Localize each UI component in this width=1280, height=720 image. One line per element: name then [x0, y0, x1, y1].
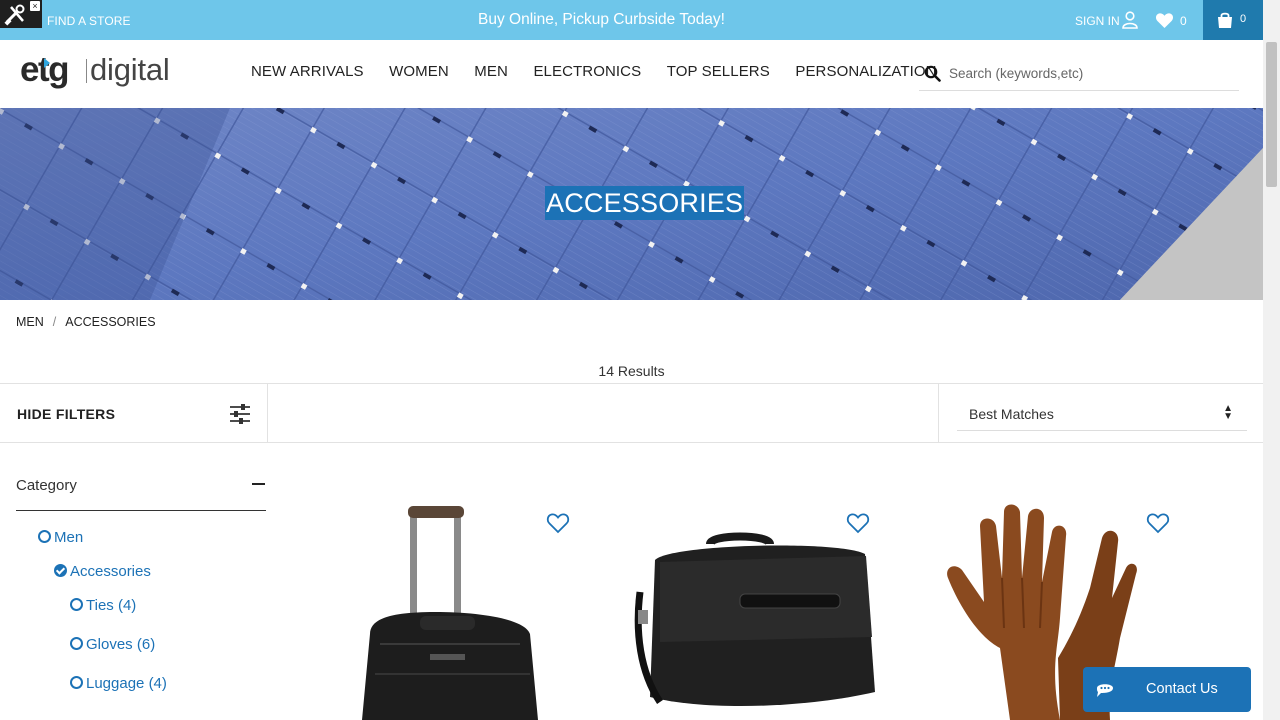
cart-count: 0 — [1240, 13, 1247, 25]
breadcrumb-men[interactable]: MEN — [16, 315, 44, 329]
promo-message[interactable]: Buy Online, Pickup Curbside Today! — [0, 11, 1203, 29]
heart-icon[interactable] — [1155, 12, 1174, 29]
logo-etg-text: etg — [20, 50, 70, 89]
category-item-label: Accessories — [70, 563, 151, 580]
search-icon[interactable] — [924, 65, 941, 82]
nav-top-sellers[interactable]: TOP SELLERS — [667, 63, 770, 80]
nav-women[interactable]: WOMEN — [389, 63, 449, 80]
scrollbar[interactable] — [1263, 0, 1280, 720]
rolling-laptop-bag-image — [362, 506, 538, 720]
messenger-bag-image — [634, 532, 875, 707]
main-nav: NEW ARRIVALS WOMEN MEN ELECTRONICS TOP S… — [251, 63, 962, 80]
etg-digital-logo[interactable]: etg digital — [20, 50, 180, 96]
breadcrumb-accessories: ACCESSORIES — [65, 315, 156, 329]
search-input[interactable] — [949, 62, 1229, 84]
cart-button[interactable]: 0 — [1203, 0, 1263, 40]
category-header[interactable]: Category — [16, 471, 266, 511]
scrollbar-thumb[interactable] — [1266, 42, 1277, 187]
radio-icon — [38, 530, 51, 543]
hide-filters-button[interactable]: HIDE FILTERS — [0, 384, 268, 442]
wishlist-count: 0 — [1180, 14, 1187, 28]
filter-bar: HIDE FILTERS Best Matches ▲ ▼ — [0, 383, 1263, 443]
sort-caret-icon: ▲ ▼ — [1223, 403, 1233, 422]
category-item-label: Gloves (6) — [86, 636, 156, 653]
close-icon[interactable]: × — [30, 1, 40, 11]
contact-us-button[interactable]: Contact Us — [1083, 667, 1251, 712]
shopping-bag-icon — [1218, 12, 1232, 28]
chat-icon — [1097, 684, 1113, 697]
radio-icon — [70, 637, 83, 650]
breadcrumb: MEN / ACCESSORIES — [16, 315, 156, 329]
search-bar — [919, 56, 1239, 91]
checked-circle-icon — [54, 564, 67, 577]
category-item-label: Ties (4) — [86, 597, 137, 614]
heart-outline-icon[interactable] — [1146, 512, 1170, 534]
breadcrumb-separator: / — [52, 315, 57, 329]
nav-personalization[interactable]: PERSONALIZATION — [795, 63, 936, 80]
category-item-luggage[interactable]: Luggage (4) — [70, 675, 167, 692]
results-count: 14 Results — [598, 363, 665, 379]
nav-electronics[interactable]: ELECTRONICS — [533, 63, 641, 80]
radio-icon — [70, 598, 83, 611]
heart-outline-icon[interactable] — [846, 512, 870, 534]
category-item-gloves[interactable]: Gloves (6) — [70, 636, 155, 653]
product-card[interactable] — [620, 488, 910, 720]
category-item-men[interactable]: Men — [38, 529, 83, 546]
user-icon[interactable] — [1122, 11, 1138, 29]
sort-area: Best Matches ▲ ▼ — [938, 384, 1263, 442]
sort-value: Best Matches — [969, 406, 1054, 422]
heart-outline-icon[interactable] — [546, 512, 570, 534]
sliders-icon — [230, 404, 250, 424]
category-item-ties[interactable]: Ties (4) — [70, 597, 136, 614]
promo-bar: × FIND A STORE Buy Online, Pickup Curbsi… — [0, 0, 1263, 40]
nav-new-arrivals[interactable]: NEW ARRIVALS — [251, 63, 364, 80]
sign-in-link[interactable]: SIGN IN — [1075, 14, 1120, 28]
page: × FIND A STORE Buy Online, Pickup Curbsi… — [0, 0, 1280, 720]
sort-select[interactable]: Best Matches ▲ ▼ — [957, 396, 1247, 431]
radio-icon — [70, 676, 83, 689]
nav-men[interactable]: MEN — [474, 63, 508, 80]
category-item-label: Men — [54, 529, 84, 546]
logo-digital-text: digital — [90, 52, 170, 87]
category-title: Category — [16, 477, 77, 494]
logo-arrow-mark — [44, 58, 50, 68]
category-item-label: Luggage (4) — [86, 675, 167, 692]
logo-divider — [86, 59, 87, 83]
collapse-icon[interactable] — [252, 483, 265, 485]
contact-us-label: Contact Us — [1146, 681, 1218, 697]
product-card[interactable] — [320, 488, 610, 720]
hide-filters-label: HIDE FILTERS — [17, 406, 116, 422]
category-item-accessories[interactable]: Accessories — [54, 563, 151, 580]
page-title: ACCESSORIES — [545, 186, 745, 220]
